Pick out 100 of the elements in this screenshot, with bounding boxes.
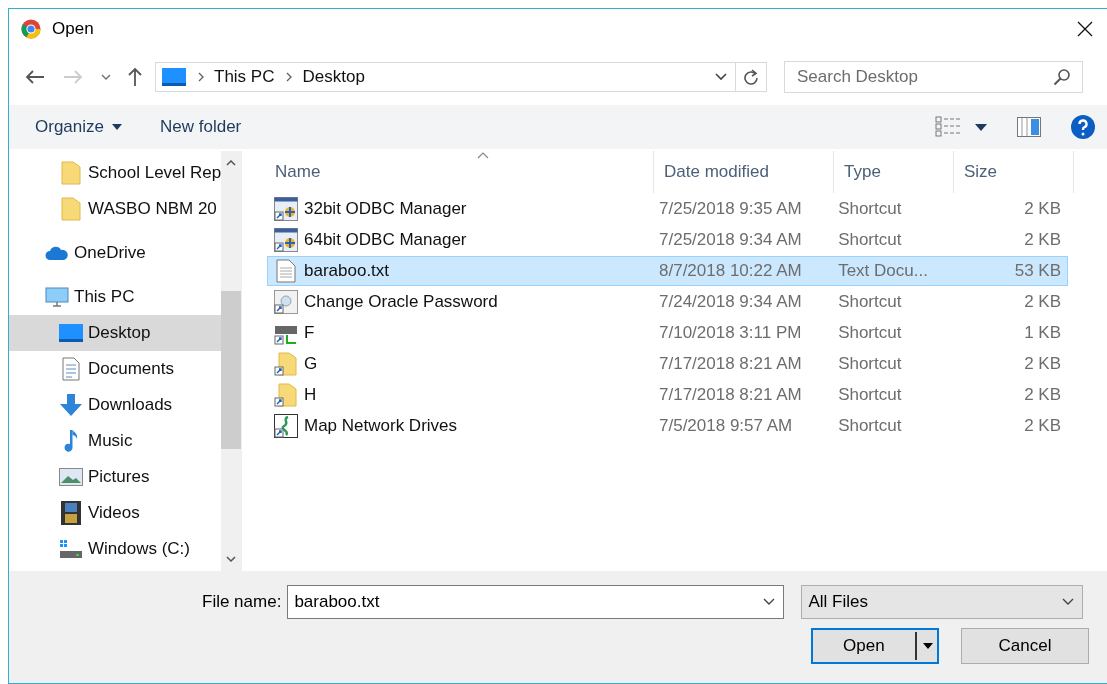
shortcut-program-icon	[274, 197, 298, 221]
folder-icon	[61, 161, 81, 185]
scrollbar[interactable]	[221, 151, 241, 571]
file-name: G	[304, 354, 318, 374]
sidebar-item[interactable]: Videos	[9, 495, 222, 531]
preview-pane-icon[interactable]	[1017, 117, 1041, 137]
date-cell-text: 7/5/2018 9:57 AM	[658, 416, 794, 436]
type-cell-text: Shortcut	[837, 416, 903, 436]
sidebar-item[interactable]: OneDrive	[9, 235, 222, 271]
column-header[interactable]: Date modified	[654, 151, 834, 193]
up-arrow-icon[interactable]	[127, 67, 143, 87]
chevron-down-icon	[1062, 598, 1075, 606]
file-row[interactable]: H 7/17/2018 8:21 AM Shortcut 2 KB	[267, 380, 1068, 410]
sidebar-item[interactable]: School Level Rep	[9, 155, 222, 191]
file-name: 32bit ODBC Manager	[304, 199, 467, 219]
type-cell-text: Shortcut	[837, 385, 903, 405]
type-cell-text: Text Docu...	[837, 261, 929, 281]
search-field[interactable]: Search Desktop	[784, 61, 1083, 93]
download-arrow-icon	[59, 393, 83, 417]
date-cell-text: 8/7/2018 10:22 AM	[658, 261, 803, 281]
caret-icon	[112, 124, 122, 130]
file-row[interactable]: Change Oracle Password 7/24/2018 9:34 AM Shortcut 2 KB	[267, 287, 1068, 317]
monitor-icon	[59, 324, 83, 342]
new-folder-button[interactable]: New folder	[150, 113, 252, 141]
size-cell-text: 2 KB	[1023, 354, 1062, 374]
monitor-icon	[162, 68, 186, 86]
browser-logo-icon	[21, 19, 41, 39]
sidebar-item[interactable]: This PC	[9, 279, 222, 315]
organize-button[interactable]: Organize	[25, 113, 132, 141]
sidebar-item[interactable]: Music	[9, 423, 222, 459]
size-cell-text: 2 KB	[1023, 199, 1062, 219]
help-icon[interactable]	[1071, 115, 1095, 139]
shortcut-script-icon	[274, 414, 298, 438]
search-icon	[1053, 68, 1071, 86]
shortcut-program-icon	[274, 290, 298, 314]
file-name: F	[304, 323, 315, 343]
sidebar-item[interactable]: Windows (C:)	[9, 531, 222, 567]
chevron-down-icon[interactable]	[101, 74, 111, 80]
date-cell-text: 7/25/2018 9:34 AM	[658, 230, 803, 250]
type-cell-text: Shortcut	[837, 199, 903, 219]
file-name: H	[304, 385, 317, 405]
refresh-icon	[743, 69, 759, 85]
file-row[interactable]: 32bit ODBC Manager 7/25/2018 9:35 AM Shortcut 2 KB	[267, 194, 1068, 224]
file-name-field[interactable]: baraboo.txt	[287, 585, 785, 619]
file-name: Map Network Drives	[304, 416, 458, 436]
date-cell-text: 7/25/2018 9:35 AM	[658, 199, 803, 219]
size-cell-text: 1 KB	[1023, 323, 1062, 343]
caret-icon[interactable]	[975, 123, 987, 131]
music-note-icon	[63, 429, 79, 453]
file-row[interactable]: baraboo.txt 8/7/2018 10:22 AM Text Docu... 53 KB	[267, 256, 1068, 286]
caret-icon	[923, 643, 933, 649]
size-cell-text: 2 KB	[1023, 230, 1062, 250]
chevron-right-icon	[286, 72, 293, 82]
file-name: Change Oracle Password	[304, 292, 498, 312]
cloud-icon	[45, 245, 69, 261]
file-name: 64bit ODBC Manager	[304, 230, 467, 250]
scroll-up-icon[interactable]	[226, 160, 237, 166]
shortcut-program-icon	[274, 228, 298, 252]
file-name: baraboo.txt	[304, 261, 390, 281]
sidebar-item[interactable]: Desktop	[9, 315, 222, 351]
sidebar-item[interactable]: WASBO NBM 20	[9, 191, 222, 227]
size-cell-text: 2 KB	[1023, 416, 1062, 436]
back-arrow-icon[interactable]	[25, 69, 45, 85]
file-row[interactable]: Map Network Drives 7/5/2018 9:57 AM Shortcut 2 KB	[267, 411, 1068, 441]
chevron-down-icon[interactable]	[763, 598, 776, 606]
document-icon	[62, 357, 80, 381]
path-segment[interactable]: Desktop	[302, 67, 365, 87]
file-row[interactable]: G 7/17/2018 8:21 AM Shortcut 2 KB	[267, 349, 1068, 379]
column-header[interactable]: Size	[954, 151, 1074, 193]
file-name-label: File name:	[202, 592, 282, 612]
landscape-image-icon	[59, 468, 83, 486]
chevron-down-icon[interactable]	[715, 73, 727, 81]
scroll-down-icon[interactable]	[226, 556, 237, 562]
open-button[interactable]: Open	[811, 628, 939, 664]
sidebar-item[interactable]: Downloads	[9, 387, 222, 423]
shortcut-folder-icon	[274, 383, 298, 407]
file-type-dropdown[interactable]: All Files	[801, 585, 1084, 619]
sidebar-item[interactable]: Pictures	[9, 459, 222, 495]
size-cell-text: 2 KB	[1023, 385, 1062, 405]
chevron-right-icon	[198, 72, 204, 82]
column-header[interactable]: Name	[271, 151, 654, 193]
path-segment[interactable]: This PC	[214, 67, 275, 87]
type-cell-text: Shortcut	[837, 230, 903, 250]
file-row[interactable]: F 7/10/2018 3:11 PM Shortcut 1 KB	[267, 318, 1068, 348]
date-cell-text: 7/10/2018 3:11 PM	[658, 323, 803, 343]
date-cell-text: 7/17/2018 8:21 AM	[658, 354, 803, 374]
column-header[interactable]: Type	[834, 151, 954, 193]
shortcut-folder-icon	[274, 352, 298, 376]
cancel-button[interactable]: Cancel	[961, 628, 1089, 664]
folder-icon	[61, 197, 81, 221]
sidebar-item[interactable]: Documents	[9, 351, 222, 387]
close-icon[interactable]	[1077, 21, 1093, 37]
date-cell-text: 7/24/2018 9:34 AM	[658, 292, 803, 312]
size-cell-text: 2 KB	[1023, 292, 1062, 312]
file-row[interactable]: 64bit ODBC Manager 7/25/2018 9:34 AM Shortcut 2 KB	[267, 225, 1068, 255]
window-title: Open	[52, 19, 94, 39]
text-file-icon	[276, 259, 296, 283]
address-bar[interactable]: This PC Desktop	[155, 62, 767, 92]
film-strip-icon	[61, 501, 81, 525]
size-cell-text: 53 KB	[1013, 261, 1062, 281]
